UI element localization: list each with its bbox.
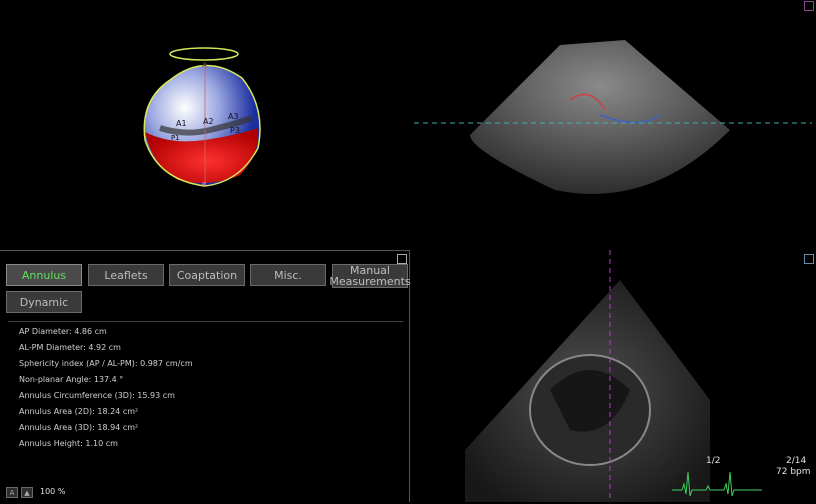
panel-toggle-icon[interactable] — [397, 254, 407, 264]
ecg-strip — [672, 466, 762, 500]
heart-rate: 72 bpm — [776, 467, 811, 477]
label-a1: A1 — [176, 119, 187, 128]
tab-leaflets[interactable]: Leaflets — [88, 264, 164, 286]
annulus-3d-model[interactable]: A P A1 A2 A3 P1 P3 — [130, 40, 280, 200]
zoom-level: 100 % — [40, 487, 66, 496]
divider — [8, 321, 403, 322]
label-a: A — [202, 61, 207, 69]
frame-indicator: 1/2 — [706, 456, 721, 466]
measurement-panel: Annulus Leaflets Coaptation Misc. Manual… — [0, 250, 411, 502]
reset-button[interactable]: A — [6, 487, 18, 498]
measurement-circumference: Annulus Circumference (3D): 15.93 cm — [19, 391, 175, 400]
label-a2: A2 — [203, 117, 214, 126]
label-p1: P1 — [171, 134, 180, 142]
measurement-al-pm-diameter: AL-PM Diameter: 4.92 cm — [19, 343, 121, 352]
echo-view-bottom[interactable] — [410, 250, 816, 502]
up-button[interactable]: ▲ — [21, 487, 33, 498]
frame-count: 2/14 — [786, 456, 807, 466]
measurement-ap-diameter: AP Diameter: 4.86 cm — [19, 327, 107, 336]
measurement-height: Annulus Height: 1.10 cm — [19, 439, 118, 448]
tab-coaptation[interactable]: Coaptation — [169, 264, 245, 286]
tab-annulus[interactable]: Annulus — [6, 264, 82, 286]
label-a3: A3 — [228, 112, 239, 121]
tab-manual-measurements[interactable]: Manual Measurements — [329, 264, 411, 288]
label-p3: P3 — [230, 126, 240, 135]
measurement-nonplanar-angle: Non-planar Angle: 137.4 ° — [19, 375, 124, 384]
echo-view-top[interactable] — [410, 0, 816, 245]
tab-misc[interactable]: Misc. — [250, 264, 326, 286]
label-p: P — [202, 181, 207, 189]
tab-dynamic[interactable]: Dynamic — [6, 291, 82, 313]
measurement-area-2d: Annulus Area (2D): 18.24 cm² — [19, 407, 139, 416]
measurement-area-3d: Annulus Area (3D): 18.94 cm² — [19, 423, 139, 432]
measurement-sphericity: Sphericity index (AP / AL-PM): 0.987 cm/… — [19, 359, 193, 368]
